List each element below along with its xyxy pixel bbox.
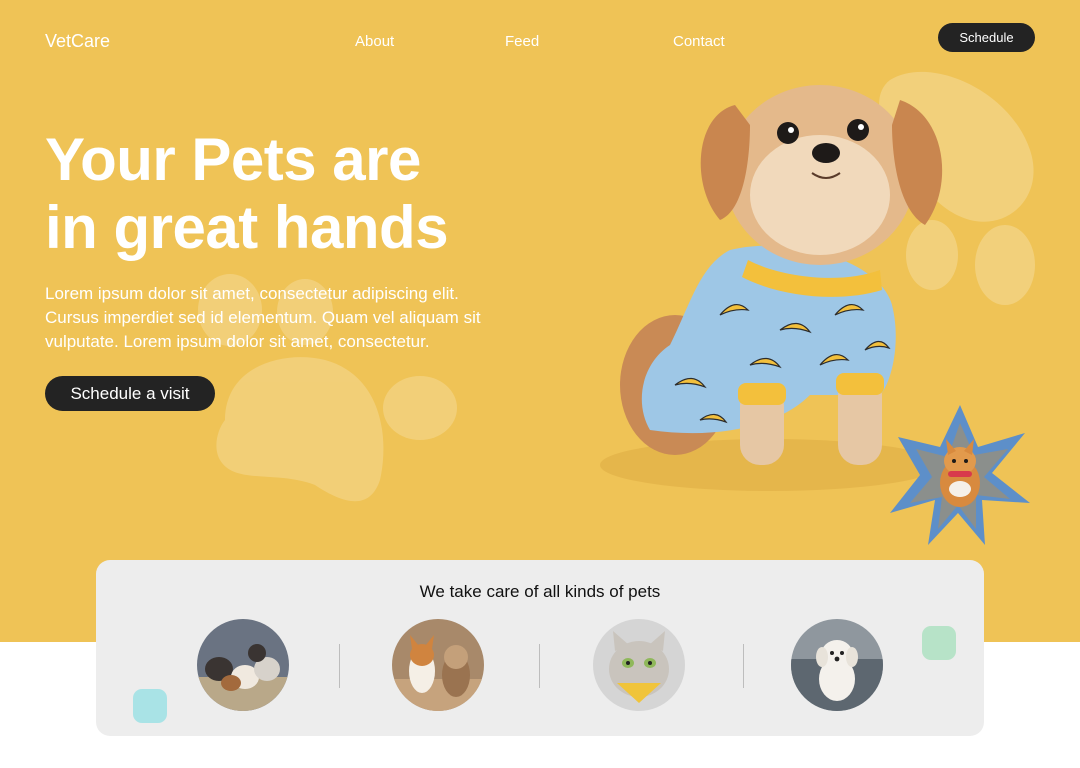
decor-teal-square — [133, 689, 167, 723]
hero-description: Lorem ipsum dolor sit amet, consectetur … — [45, 284, 481, 351]
corgi-badge-image — [890, 405, 1030, 545]
pets-card: We take care of all kinds of pets — [96, 560, 984, 736]
pet-dogs-thumbnail[interactable] — [392, 619, 484, 711]
logo[interactable]: VetCare — [45, 31, 110, 52]
nav-feed-link[interactable]: Feed — [505, 33, 539, 50]
pet-poodle-thumbnail[interactable] — [791, 619, 883, 711]
pets-section-title: We take care of all kinds of pets — [419, 582, 661, 601]
headline-line-1: Your Pets are — [45, 126, 421, 193]
pet-divider — [743, 644, 744, 688]
nav-about-link[interactable]: About — [355, 33, 394, 50]
headline-line-2: in great hands — [45, 194, 449, 261]
pet-puppies-thumbnail[interactable] — [197, 619, 289, 711]
page-headline: Your Pets are in great hands — [45, 126, 449, 262]
pet-cat-thumbnail[interactable] — [593, 619, 685, 711]
decor-green-square — [922, 626, 956, 660]
pet-divider — [539, 644, 540, 688]
pet-divider — [339, 644, 340, 688]
schedule-visit-button[interactable]: Schedule a visit — [45, 376, 215, 411]
hero-section: VetCare About Feed Contact Schedule Your… — [0, 0, 1080, 642]
